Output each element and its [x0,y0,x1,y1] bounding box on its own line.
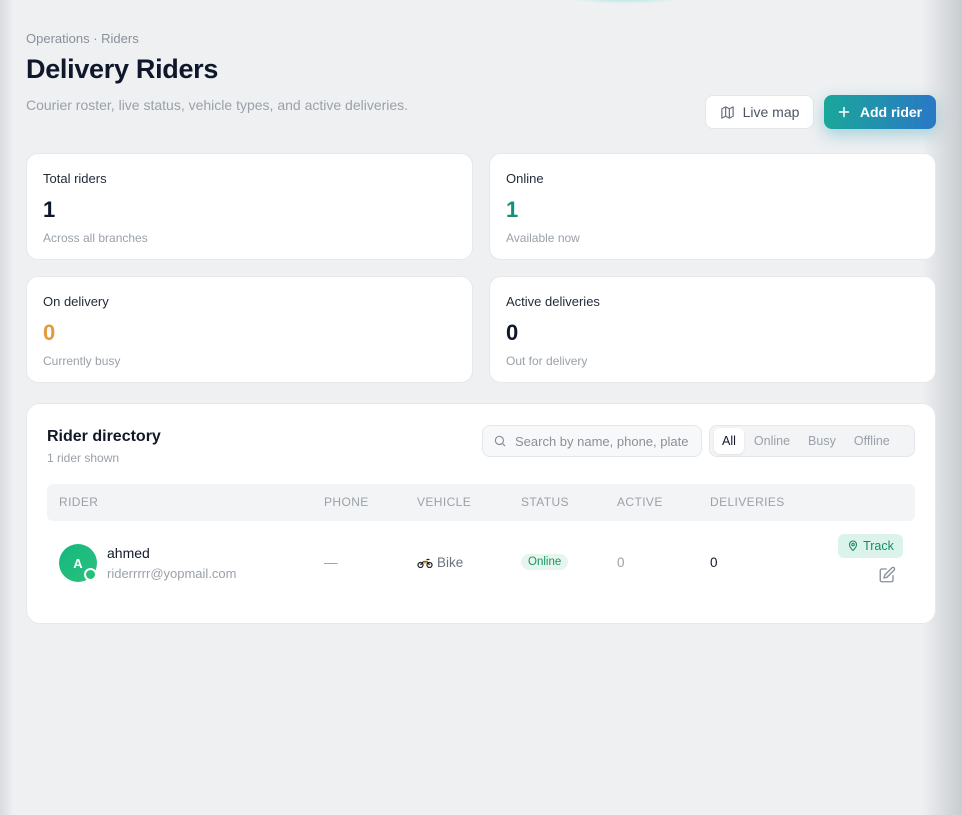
breadcrumb[interactable]: Operations · Riders [26,31,139,46]
live-map-button[interactable]: Live map [705,95,814,129]
column-header-active[interactable]: ACTIVE [617,495,663,509]
filter-online[interactable]: Online [746,428,798,454]
filter-all[interactable]: All [714,428,744,454]
stat-card-total-riders: Total riders 1 Across all branches [26,153,473,260]
column-header-deliveries[interactable]: DELIVERIES [710,495,785,509]
live-map-label: Live map [742,104,800,120]
filter-offline[interactable]: Offline [846,428,898,454]
add-rider-button[interactable]: Add rider [824,95,936,129]
window-edge-left [0,0,14,815]
table-header: RIDER PHONE VEHICLE STATUS ACTIVE DELIVE… [47,484,915,521]
rider-phone: — [324,555,338,570]
stat-value: 0 [506,320,519,345]
search-icon [494,435,506,447]
column-header-rider[interactable]: RIDER [59,495,98,509]
stat-value: 1 [506,197,519,222]
edit-icon[interactable] [878,566,896,584]
search-input[interactable] [515,433,695,449]
directory-count: 1 rider shown [47,451,120,465]
stat-label: Active deliveries [506,294,600,309]
stat-value: 0 [43,320,56,345]
search-box[interactable] [482,425,702,457]
map-icon [720,105,734,119]
track-button[interactable]: Track [838,534,903,558]
top-glow [560,0,690,4]
directory-title: Rider directory [47,428,161,445]
rider-directory: Rider directory 1 rider shown All Online… [26,403,936,624]
stat-value: 1 [43,197,56,222]
plus-icon [838,106,850,118]
column-header-status[interactable]: STATUS [521,495,569,509]
online-presence-dot [84,568,97,581]
column-header-phone[interactable]: PHONE [324,495,369,509]
status-badge: Online [521,554,569,570]
rider-email: riderrrrr@yopmail.com [107,566,237,581]
stat-card-online: Online 1 Available now [489,153,936,260]
map-pin-icon [849,540,858,552]
rider-vehicle: Bike [417,555,463,570]
rider-name[interactable]: ahmed [107,545,150,561]
add-rider-label: Add rider [859,104,923,120]
stat-label: Total riders [43,171,107,186]
table-row[interactable]: A ahmed riderrrrr@yopmail.com — Bike Onl… [47,521,915,607]
stat-note: Across all branches [43,231,148,245]
stat-note: Out for delivery [506,354,588,368]
stat-label: On delivery [43,294,109,309]
track-label: Track [863,539,894,553]
rider-deliveries-count: 0 [710,555,718,570]
stat-note: Currently busy [43,354,121,368]
status-filter-group: All Online Busy Offline [709,425,915,457]
vehicle-label: Bike [437,555,464,570]
stat-label: Online [506,171,544,186]
filter-busy[interactable]: Busy [800,428,844,454]
stat-card-on-delivery: On delivery 0 Currently busy [26,276,473,383]
column-header-vehicle[interactable]: VEHICLE [417,495,471,509]
rider-active-count: 0 [617,555,625,570]
stat-card-active-deliveries: Active deliveries 0 Out for delivery [489,276,936,383]
page-title: Delivery Riders [26,54,219,84]
page-subtitle: Courier roster, live status, vehicle typ… [26,97,409,113]
motorcycle-icon [417,558,433,568]
stat-note: Available now [506,231,580,245]
